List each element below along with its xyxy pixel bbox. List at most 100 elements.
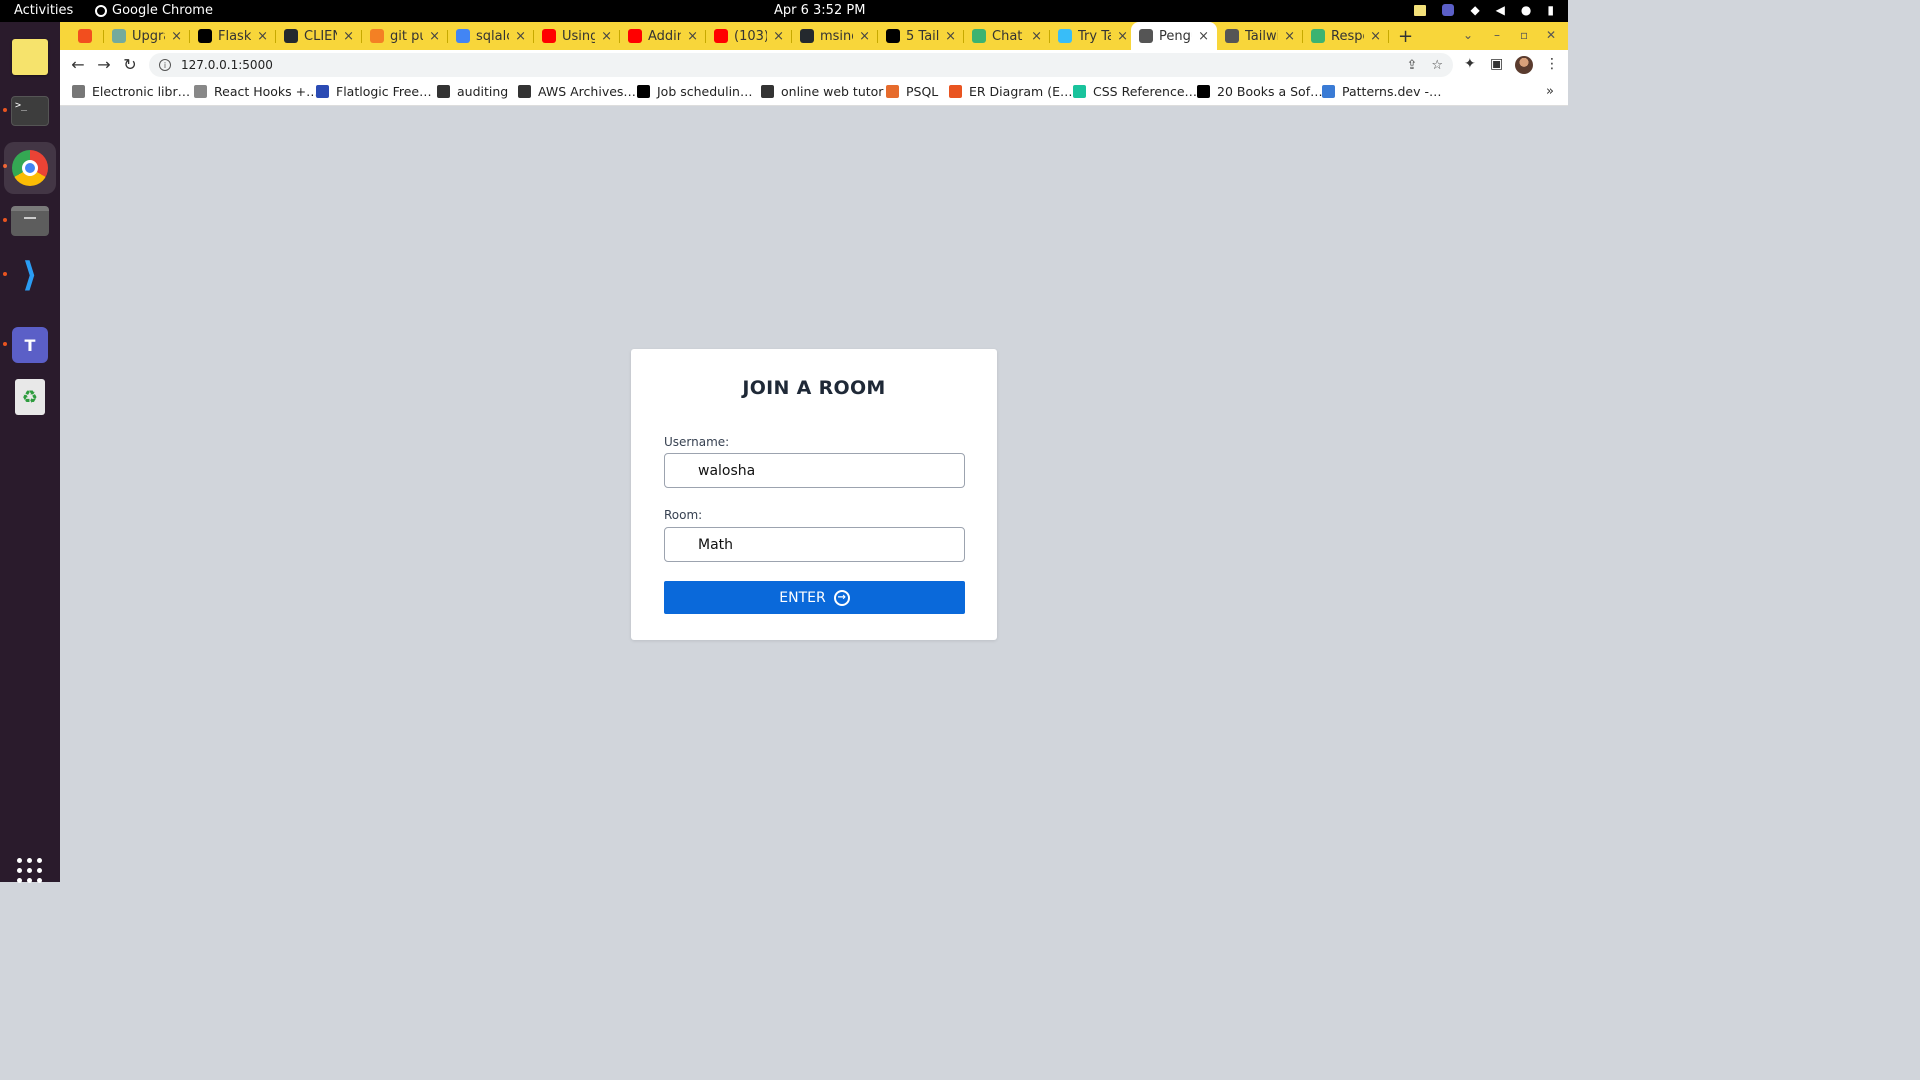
browser-tab[interactable]: CLIEN × — [276, 22, 362, 50]
minimize-button[interactable]: – — [1494, 28, 1500, 42]
bookmark-star-icon[interactable]: ☆ — [1431, 58, 1443, 73]
notes-tray-icon[interactable] — [1414, 4, 1427, 16]
close-tab-icon[interactable]: × — [1284, 29, 1295, 44]
battery-icon[interactable]: ▮ — [1547, 3, 1554, 17]
site-info-icon[interactable]: i — [159, 59, 171, 71]
browser-tab[interactable]: git pu × — [362, 22, 448, 50]
close-tab-icon[interactable]: × — [515, 29, 526, 44]
dock-trash[interactable]: ♻ — [9, 376, 51, 418]
browser-tab[interactable]: (103) × — [706, 22, 792, 50]
share-icon[interactable]: ⇪ — [1406, 58, 1417, 73]
close-tab-icon[interactable]: × — [687, 29, 698, 44]
bookmark-item[interactable]: React Hooks +… — [194, 84, 319, 99]
close-tab-icon[interactable]: × — [1370, 29, 1381, 44]
bookmark-item[interactable]: CSS Reference… — [1073, 84, 1197, 99]
browser-tab[interactable]: Chat I × — [964, 22, 1050, 50]
close-tab-icon[interactable]: × — [429, 29, 440, 44]
bookmark-label: AWS Archives… — [538, 84, 636, 99]
new-tab-button[interactable]: + — [1398, 26, 1413, 47]
room-field[interactable] — [664, 527, 965, 562]
extensions-icon[interactable]: ✦ — [1464, 56, 1476, 72]
bookmark-item[interactable]: Patterns.dev -… — [1322, 84, 1441, 99]
chrome-menu-icon[interactable]: ⋮ — [1545, 56, 1559, 72]
close-tab-icon[interactable]: × — [343, 29, 354, 44]
dock-terminal[interactable]: >_ — [9, 90, 51, 132]
browser-tab[interactable]: Tailwi × — [1217, 22, 1303, 50]
bookmark-item[interactable]: auditing — [437, 84, 508, 99]
bookmark-item[interactable]: ER Diagram (E… — [949, 84, 1072, 99]
browser-tab[interactable]: Respo × — [1303, 22, 1389, 50]
browser-tab[interactable]: Upgra × — [104, 22, 190, 50]
tab-title: msind — [820, 28, 853, 44]
figma-icon — [78, 29, 92, 43]
username-field[interactable] — [664, 453, 965, 488]
bookmark-item[interactable]: Electronic libr… — [72, 84, 190, 99]
tab-title: Tailwi — [1245, 28, 1279, 44]
profile-avatar[interactable] — [1515, 56, 1533, 74]
more-bookmarks-icon[interactable]: » — [1546, 84, 1554, 99]
dock-notes[interactable] — [9, 36, 51, 78]
running-indicator — [3, 272, 7, 276]
close-tab-icon[interactable]: × — [1117, 29, 1128, 44]
app-menu[interactable]: Google Chrome — [95, 3, 213, 18]
wifi-icon[interactable]: ◆ — [1470, 3, 1479, 17]
browser-tab[interactable]: msind × — [792, 22, 878, 50]
bookmark-item[interactable]: 20 Books a Sof… — [1197, 84, 1323, 99]
browser-tab[interactable]: sqlalc × — [448, 22, 534, 50]
bookmark-item[interactable]: PSQL — [886, 84, 938, 99]
close-window-button[interactable]: ✕ — [1546, 28, 1556, 42]
enter-button[interactable]: ENTER → — [664, 581, 965, 614]
browser-tab[interactable]: Using × — [534, 22, 620, 50]
tab-title: Respo — [1331, 28, 1364, 44]
chrome-icon — [95, 4, 107, 17]
close-tab-icon[interactable]: × — [1031, 29, 1042, 44]
bookmark-item[interactable]: online web tutor — [761, 84, 883, 99]
browser-tab[interactable]: Try Ta × — [1050, 22, 1136, 50]
browser-tab[interactable] — [70, 22, 104, 50]
close-tab-icon[interactable]: × — [601, 29, 612, 44]
show-apps-icon[interactable] — [17, 858, 43, 884]
close-tab-icon[interactable]: × — [945, 29, 956, 44]
browser-tab[interactable]: Flask × — [190, 22, 276, 50]
tab-separator — [1388, 30, 1389, 43]
system-tray[interactable]: ◆ ◀ ● ▮ — [1414, 3, 1554, 17]
files-icon — [11, 206, 49, 236]
flowbite-icon — [886, 29, 900, 43]
dock-files[interactable] — [9, 200, 51, 242]
reload-button[interactable]: ↻ — [120, 55, 140, 74]
url-text[interactable]: 127.0.0.1:5000 — [181, 58, 273, 72]
maximize-button[interactable]: ▫ — [1520, 28, 1528, 42]
close-tab-icon[interactable]: × — [257, 29, 268, 44]
volume-icon[interactable]: ◀ — [1496, 3, 1505, 17]
bookmark-item[interactable]: Flatlogic Free… — [316, 84, 432, 99]
clock[interactable]: Apr 6 3:52 PM — [774, 3, 865, 18]
globe-icon — [1139, 29, 1153, 43]
side-panel-icon[interactable]: ▣ — [1490, 56, 1503, 72]
tab-title: Try Ta — [1078, 28, 1112, 44]
dock-chrome[interactable] — [4, 142, 56, 194]
bookmark-label: Job schedulin… — [657, 84, 753, 99]
bookmark-label: React Hooks +… — [214, 84, 319, 99]
microphone-icon[interactable]: ● — [1521, 3, 1531, 17]
activities-button[interactable]: Activities — [14, 3, 73, 18]
bookmark-item[interactable]: Job schedulin… — [637, 84, 752, 99]
bookmark-item[interactable]: AWS Archives… — [518, 84, 636, 99]
tab-search-icon[interactable]: ⌄ — [1463, 28, 1473, 42]
back-button[interactable]: ← — [68, 55, 88, 74]
close-tab-icon[interactable]: × — [1198, 29, 1209, 44]
bookmark-label: Electronic libr… — [92, 84, 191, 99]
address-bar[interactable]: i 127.0.0.1:5000 ⇪ ☆ — [149, 53, 1453, 77]
close-tab-icon[interactable]: × — [859, 29, 870, 44]
close-tab-icon[interactable]: × — [171, 29, 182, 44]
forward-button[interactable]: → — [94, 55, 114, 74]
close-tab-icon[interactable]: × — [773, 29, 784, 44]
book-icon — [72, 85, 85, 98]
browser-tab[interactable]: 5 Tailv × — [878, 22, 964, 50]
teams-tray-icon[interactable] — [1442, 4, 1455, 16]
flatlogic-icon — [316, 85, 329, 98]
browser-tab[interactable]: Pengu × — [1131, 22, 1217, 50]
dock-vscode[interactable]: ⟩ — [9, 254, 51, 296]
dock-teams[interactable]: T — [9, 324, 51, 366]
github-icon — [284, 29, 298, 43]
browser-tab[interactable]: Addin × — [620, 22, 706, 50]
